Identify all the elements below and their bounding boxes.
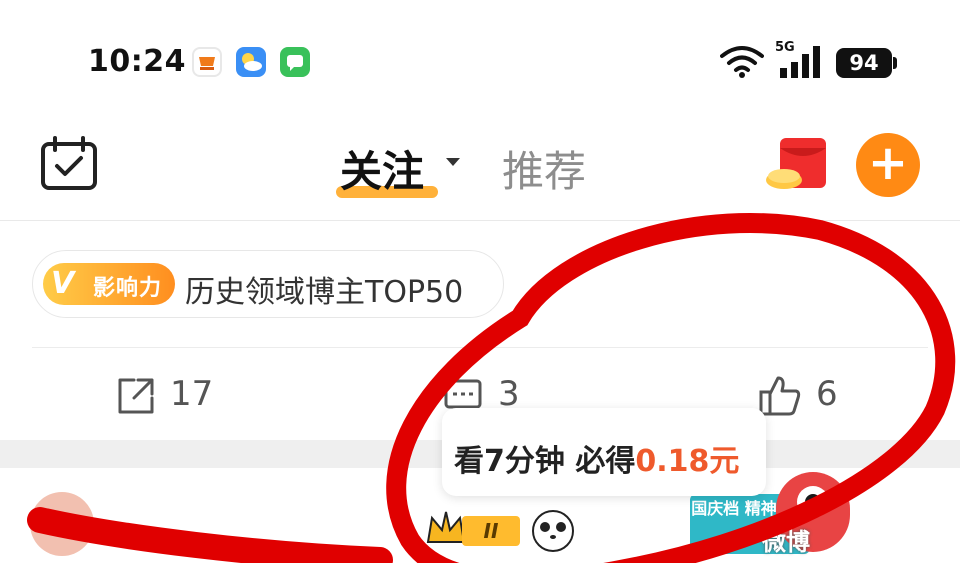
divider <box>32 347 928 348</box>
message-app-icon <box>280 47 310 77</box>
like-count: 6 <box>816 374 838 414</box>
notification-app-icon <box>192 47 222 77</box>
reward-tooltip[interactable]: 看7分钟 必得0.18元 <box>442 408 766 496</box>
thumbs-up-icon <box>759 376 801 416</box>
weather-app-icon <box>236 47 266 77</box>
battery-tip <box>893 57 897 69</box>
level-badge: II <box>462 516 520 546</box>
influence-badge-text: 影响力 <box>93 276 163 301</box>
panda-icon <box>532 510 574 552</box>
influence-rank-tag[interactable]: V 影响力 历史领域博主TOP50 <box>32 250 504 318</box>
red-packet-icon[interactable] <box>764 134 830 194</box>
share-count: 17 <box>170 374 214 414</box>
reward-tooltip-text: 看7分钟 必得0.18元 <box>454 436 739 480</box>
influence-rank-title: 历史领域博主TOP50 <box>185 275 464 310</box>
tab-recommend[interactable]: 推荐 <box>502 138 586 199</box>
v-letter: V <box>51 266 75 301</box>
avatar[interactable] <box>30 492 94 556</box>
check-in-calendar-icon[interactable] <box>40 136 98 192</box>
reward-tooltip-prefix: 看7分钟 必得 <box>454 444 636 479</box>
top-header: 关注 推荐 + <box>0 110 960 221</box>
share-icon <box>118 378 154 414</box>
influence-badge: V 影响力 <box>43 263 175 305</box>
reward-amount: 0.18元 <box>635 444 740 479</box>
weibo-watermark: 微博 <box>762 528 810 556</box>
status-bar: 10:24 5G 94 <box>0 0 960 110</box>
status-time: 10:24 <box>88 44 186 79</box>
compose-add-button[interactable]: + <box>856 133 920 197</box>
tab-follow[interactable]: 关注 <box>340 138 424 199</box>
signal-strength-icon <box>780 46 820 78</box>
wifi-icon <box>720 46 764 78</box>
battery-indicator: 94 <box>836 48 892 78</box>
chevron-down-icon[interactable] <box>446 158 460 166</box>
